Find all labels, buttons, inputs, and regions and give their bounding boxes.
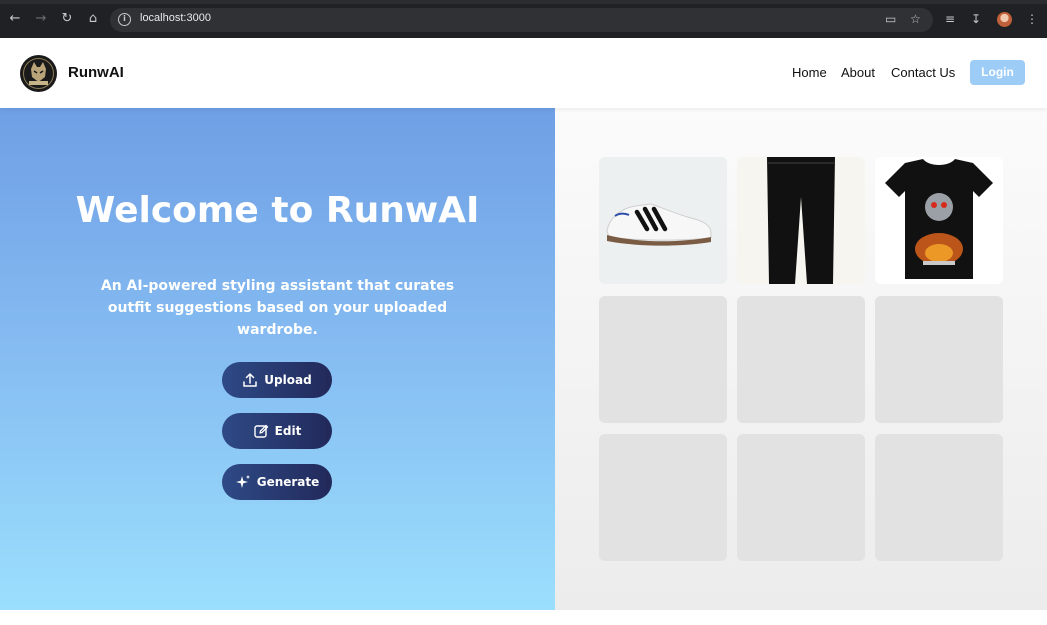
hero-subtitle: An AI-powered styling assistant that cur… — [100, 278, 455, 338]
wardrobe-slot-empty[interactable] — [875, 434, 1003, 561]
nav-about[interactable]: About — [841, 65, 875, 80]
upload-button[interactable]: Upload — [222, 362, 332, 398]
back-icon[interactable]: ← — [7, 11, 23, 27]
wardrobe-item-black-tshirt[interactable] — [875, 157, 1003, 284]
wardrobe-slot-empty[interactable] — [599, 296, 727, 423]
edit-icon — [253, 424, 268, 438]
download-icon[interactable]: ↧ — [971, 11, 981, 27]
app-header: RunwAI Home About Contact Us Login — [0, 38, 1047, 108]
nav-home[interactable]: Home — [792, 65, 827, 80]
hero-title: Welcome to RunwAI — [75, 190, 480, 231]
bookmark-star-icon[interactable]: ☆ — [910, 12, 921, 26]
reload-icon[interactable]: ↻ — [59, 11, 75, 27]
profile-avatar[interactable] — [997, 12, 1012, 27]
login-button[interactable]: Login — [970, 60, 1025, 85]
wardrobe-slot-empty[interactable] — [737, 296, 865, 423]
upload-icon — [243, 373, 258, 387]
wardrobe-item-black-pants[interactable] — [737, 157, 865, 284]
forward-icon[interactable]: → — [33, 11, 49, 27]
wardrobe-slot-empty[interactable] — [875, 296, 1003, 423]
menu-icon[interactable]: ⋮ — [1026, 11, 1038, 27]
nav-contact-us[interactable]: Contact Us — [891, 65, 955, 80]
tshirt-image — [885, 159, 993, 279]
upload-label: Upload — [264, 373, 312, 387]
edit-label: Edit — [274, 424, 302, 438]
wardrobe-slot-empty[interactable] — [599, 434, 727, 561]
media-icon[interactable]: ≡ — [945, 11, 955, 27]
sparkle-icon — [235, 475, 250, 488]
pants-image — [767, 157, 835, 284]
wardrobe-grid — [555, 108, 1047, 610]
generate-label: Generate — [256, 475, 320, 489]
brand-name[interactable]: RunwAI — [68, 64, 124, 81]
wardrobe-item-sneaker[interactable] — [599, 157, 727, 284]
home-icon[interactable]: ⌂ — [85, 11, 101, 27]
install-app-icon[interactable]: ▭ — [885, 12, 896, 26]
edit-button[interactable]: Edit — [222, 413, 332, 449]
address-bar[interactable]: i localhost:3000 ▭ ☆ — [110, 8, 933, 32]
url-text[interactable]: localhost:3000 — [140, 12, 211, 24]
footer-strip — [0, 610, 1047, 625]
generate-button[interactable]: Generate — [222, 464, 332, 500]
tab-strip — [0, 0, 1047, 4]
wardrobe-slot-empty[interactable] — [737, 434, 865, 561]
sneaker-image — [606, 203, 712, 246]
hero-section: Welcome to RunwAI An AI-powered styling … — [0, 108, 555, 610]
browser-chrome: ← → ↻ ⌂ i localhost:3000 ▭ ☆ ≡ ↧ ⋮ — [0, 0, 1047, 38]
site-info-icon[interactable]: i — [118, 13, 131, 26]
logo-icon[interactable] — [20, 55, 57, 92]
